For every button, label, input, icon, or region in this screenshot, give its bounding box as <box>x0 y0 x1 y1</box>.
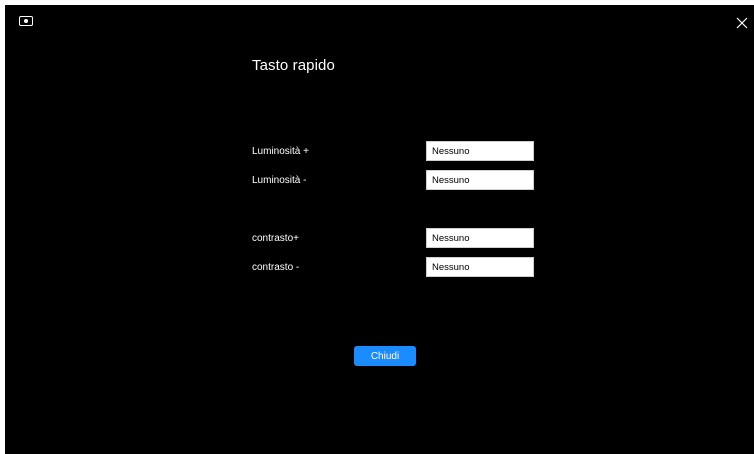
brightness-up-label: Luminosità + <box>252 146 309 157</box>
monitor-settings-icon <box>19 16 33 26</box>
hotkey-window: Tasto rapido Luminosità + Luminosità - c… <box>5 5 754 454</box>
contrast-up-label: contrasto+ <box>252 233 299 244</box>
brightness-up-hotkey-field[interactable] <box>426 141 534 161</box>
close-icon[interactable] <box>732 13 752 33</box>
contrast-up-hotkey-field[interactable] <box>426 228 534 248</box>
page-title: Tasto rapido <box>252 57 335 74</box>
contrast-down-hotkey-field[interactable] <box>426 257 534 277</box>
close-button[interactable]: Chiudi <box>354 346 416 366</box>
contrast-down-label: contrasto - <box>252 262 300 273</box>
brightness-down-label: Luminosità - <box>252 175 307 186</box>
brightness-down-hotkey-field[interactable] <box>426 170 534 190</box>
